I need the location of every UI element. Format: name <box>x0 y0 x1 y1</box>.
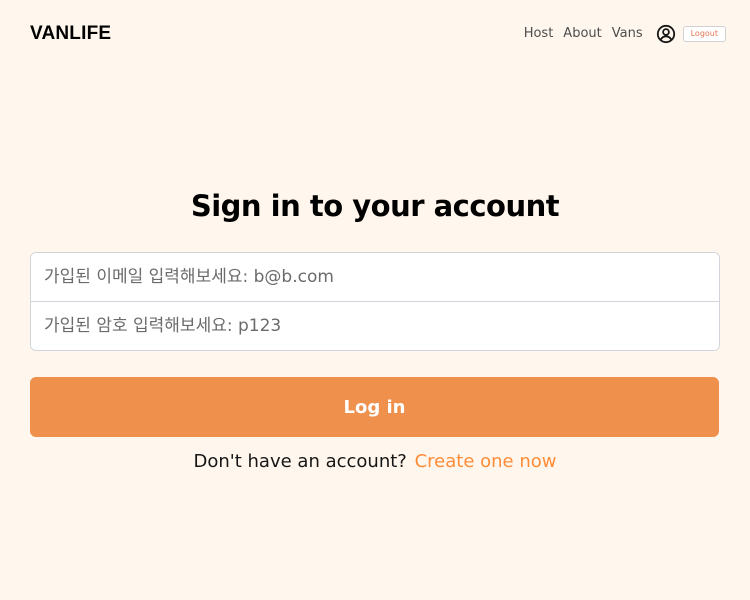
password-field[interactable] <box>31 302 719 350</box>
logout-button[interactable]: Logout <box>682 26 726 42</box>
user-circle-icon[interactable] <box>656 24 676 44</box>
vanlife-logo[interactable]: VANLIFE <box>30 21 111 47</box>
email-field[interactable] <box>31 253 719 301</box>
login-form <box>30 252 720 351</box>
site-header: VANLIFE Host About Vans Logout <box>0 0 750 68</box>
main-nav: Host About Vans Logout <box>524 20 726 48</box>
nav-link-vans[interactable]: Vans <box>612 21 643 47</box>
page-title: Sign in to your account <box>190 189 560 223</box>
signup-prompt-row: Don't have an account? Create one now <box>0 449 750 475</box>
nav-link-about[interactable]: About <box>563 21 601 47</box>
login-button[interactable]: Log in <box>30 377 719 437</box>
user-circle-icon-svg <box>656 24 675 44</box>
nav-link-host[interactable]: Host <box>524 21 554 47</box>
create-account-link[interactable]: Create one now <box>415 451 557 472</box>
signup-prompt-text: Don't have an account? <box>193 451 407 472</box>
